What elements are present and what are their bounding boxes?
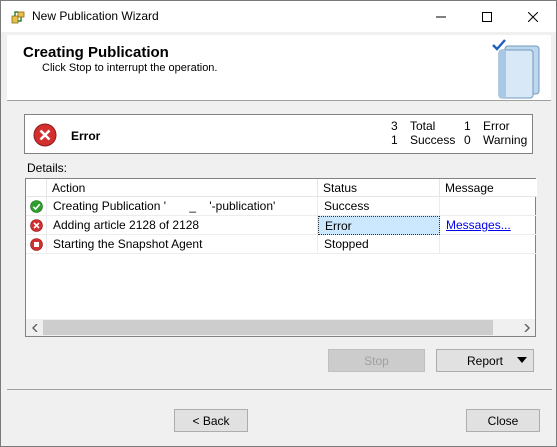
- status-label: Error: [71, 129, 101, 143]
- table-row[interactable]: Starting the Snapshot Agent Stopped: [26, 235, 537, 254]
- wizard-window: New Publication Wizard Creating Publicat…: [0, 0, 557, 447]
- row-action: Creating Publication ' _ '-publication': [47, 197, 318, 216]
- maximize-button[interactable]: [464, 1, 510, 32]
- row-status-selected[interactable]: Error: [318, 216, 440, 235]
- scroll-right-button[interactable]: [518, 319, 535, 336]
- success-count: 1: [391, 133, 398, 147]
- warning-count: 0: [464, 133, 471, 147]
- minimize-icon: [436, 16, 446, 17]
- grid-header-icon: [26, 179, 47, 197]
- table-row[interactable]: Creating Publication ' _ '-publication' …: [26, 197, 537, 216]
- minimize-button[interactable]: [418, 1, 464, 32]
- success-icon: [29, 199, 43, 213]
- page-title: Creating Publication: [23, 44, 169, 61]
- scroll-left-button[interactable]: [26, 319, 43, 336]
- row-message: [440, 197, 537, 216]
- page-subtitle: Click Stop to interrupt the operation.: [42, 62, 218, 74]
- status-summary: Error 3 Total 1 Success 1 Error 0 Warnin…: [24, 114, 533, 154]
- table-row[interactable]: Adding article 2128 of 2128 Error Messag…: [26, 216, 537, 235]
- column-header-action[interactable]: Action: [47, 179, 318, 197]
- close-icon: [528, 11, 538, 22]
- total-label: Total: [410, 119, 436, 133]
- window-title: New Publication Wizard: [32, 9, 159, 23]
- close-button[interactable]: Close: [466, 409, 540, 432]
- total-count: 3: [391, 119, 398, 133]
- warning-label: Warning: [483, 133, 528, 147]
- details-label: Details:: [27, 161, 68, 175]
- error-label: Error: [483, 119, 510, 133]
- row-action: Starting the Snapshot Agent: [47, 235, 318, 254]
- stop-button[interactable]: Stop: [328, 349, 425, 372]
- details-grid[interactable]: Action Status Message Creating Publicati…: [25, 178, 537, 337]
- back-button[interactable]: < Back: [174, 409, 248, 432]
- messages-link[interactable]: Messages...: [446, 218, 511, 232]
- footer-separator: [7, 389, 552, 390]
- report-button[interactable]: Report: [436, 349, 534, 372]
- dropdown-arrow-icon: [517, 357, 527, 363]
- stopped-icon: [29, 237, 43, 251]
- scrollbar-thumb[interactable]: [43, 320, 493, 335]
- horizontal-scrollbar[interactable]: [26, 319, 535, 336]
- row-action: Adding article 2128 of 2128: [47, 216, 318, 235]
- row-status: Success: [318, 197, 440, 216]
- success-label: Success: [410, 133, 456, 147]
- wizard-header: Creating Publication Click Stop to inter…: [7, 35, 551, 101]
- error-icon: [29, 218, 43, 232]
- row-message: [440, 235, 537, 254]
- book-publication-icon: [492, 39, 540, 99]
- error-count: 1: [464, 119, 471, 133]
- column-header-message[interactable]: Message: [440, 179, 537, 197]
- maximize-icon: [482, 11, 492, 22]
- title-bar: New Publication Wizard: [1, 1, 556, 32]
- chevron-right-icon: [524, 323, 530, 332]
- row-status: Stopped: [318, 235, 440, 254]
- error-icon: [33, 123, 57, 147]
- report-button-label: Report: [467, 353, 504, 368]
- close-window-button[interactable]: [510, 1, 556, 32]
- chevron-left-icon: [31, 323, 37, 332]
- column-header-status[interactable]: Status: [318, 179, 440, 197]
- wizard-app-icon: [11, 11, 25, 24]
